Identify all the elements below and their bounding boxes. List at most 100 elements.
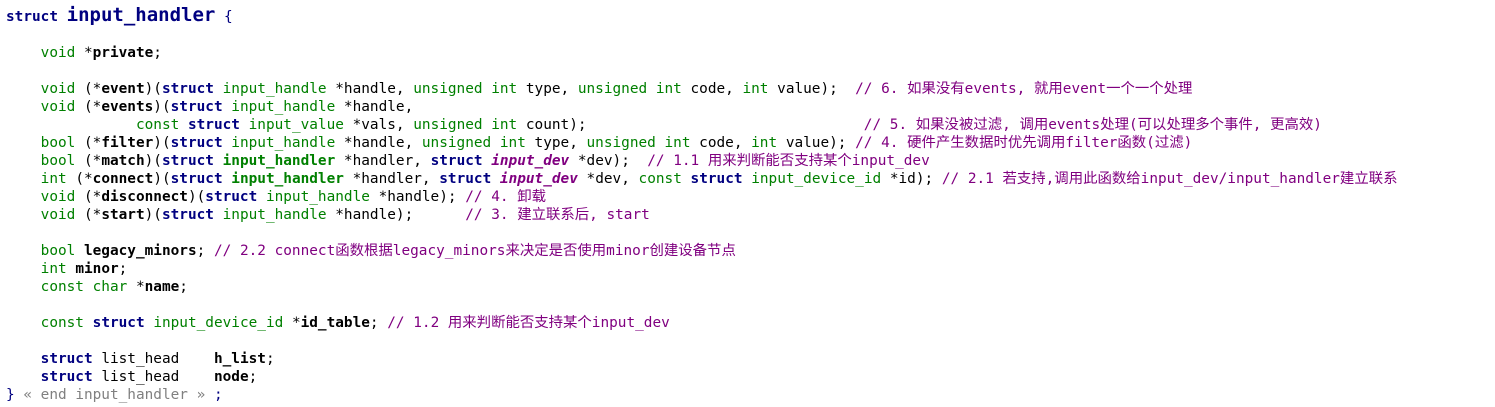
code-token: vals xyxy=(361,117,396,133)
code-keyword: struct xyxy=(161,153,214,169)
code-line[interactable]: struct list_head node; xyxy=(6,368,1398,386)
code-comment: // 1.1 用来判断能否支持某个input_dev xyxy=(647,153,930,169)
code-token: * xyxy=(283,315,301,331)
code-keyword: struct xyxy=(690,171,743,187)
code-token: handler xyxy=(361,171,422,187)
code-editor[interactable]: struct input_handler {​ void *private;​ … xyxy=(6,4,1398,404)
code-token: ; xyxy=(196,243,214,259)
code-line[interactable]: ​ xyxy=(6,62,1398,80)
code-comment: « end input_handler » xyxy=(14,387,214,403)
code-keyword: bool xyxy=(40,243,76,259)
code-line[interactable]: void (*event)(struct input_handle *handl… xyxy=(6,80,1398,98)
code-keyword: void xyxy=(40,99,76,115)
code-line[interactable]: void *private; xyxy=(6,44,1398,62)
code-keyword: struct xyxy=(92,315,145,331)
code-token: )( xyxy=(153,171,171,187)
code-member-name: disconnect xyxy=(101,189,188,205)
code-token: * xyxy=(335,99,353,115)
code-token: , xyxy=(569,135,587,151)
code-token: ; xyxy=(265,351,275,367)
code-line[interactable]: struct list_head h_list; xyxy=(6,350,1398,368)
code-line[interactable]: const char *name; xyxy=(6,278,1398,296)
code-token: type xyxy=(534,135,570,151)
code-token: ); xyxy=(915,171,942,187)
code-keyword: struct xyxy=(40,369,93,385)
code-brace: ; xyxy=(213,387,223,403)
code-line[interactable]: bool legacy_minors; // 2.2 connect函数根据le… xyxy=(6,242,1398,260)
code-line[interactable]: } « end input_handler » ; xyxy=(6,386,1398,404)
code-token: * xyxy=(326,81,344,97)
code-token: * xyxy=(577,171,596,187)
code-keyword: unsigned int xyxy=(577,81,682,97)
code-line[interactable]: ​ xyxy=(6,332,1398,350)
code-token: , xyxy=(560,81,578,97)
code-token: * xyxy=(335,153,353,169)
code-type-name: input_handler xyxy=(231,171,344,187)
code-member-name: match xyxy=(101,153,145,169)
code-token: (* xyxy=(75,81,102,97)
code-line[interactable]: ​ xyxy=(6,296,1398,314)
code-type-name: input_handle xyxy=(222,81,327,97)
code-type-name: input_handle xyxy=(231,135,336,151)
code-token: handle xyxy=(352,99,405,115)
code-line[interactable]: struct input_handler { xyxy=(6,4,1398,26)
code-line[interactable]: ​ xyxy=(6,224,1398,242)
code-line[interactable]: int minor; xyxy=(6,260,1398,278)
code-keyword: int xyxy=(742,81,769,97)
code-token: * xyxy=(369,189,388,205)
code-member-name: private xyxy=(92,45,154,61)
code-comment: // 4. 卸载 xyxy=(465,189,546,205)
code-member-name: start xyxy=(101,207,145,223)
code-comment: // 2.1 若支持,调用此函数给input_dev/input_handler… xyxy=(941,171,1398,187)
code-line[interactable]: bool (*match)(struct input_handler *hand… xyxy=(6,152,1398,170)
code-line[interactable]: int (*connect)(struct input_handler *han… xyxy=(6,170,1398,188)
code-token: ); xyxy=(395,207,466,223)
code-token: handle xyxy=(352,135,405,151)
code-line[interactable]: void (*events)(struct input_handle *hand… xyxy=(6,98,1398,116)
code-token: ); xyxy=(829,135,856,151)
code-type-name: input_handle xyxy=(222,207,327,223)
code-token: id xyxy=(898,171,916,187)
code-token: (* xyxy=(75,207,102,223)
code-member-name: node xyxy=(213,369,249,385)
code-keyword: struct xyxy=(161,207,214,223)
code-token: )( xyxy=(144,207,162,223)
code-token: * xyxy=(75,45,93,61)
code-token: handler xyxy=(352,153,414,169)
code-line[interactable]: const struct input_device_id *id_table; … xyxy=(6,314,1398,332)
code-line[interactable]: bool (*filter)(struct input_handle *hand… xyxy=(6,134,1398,152)
code-type-name: input_handler xyxy=(222,153,336,169)
code-keyword: void xyxy=(40,207,76,223)
code-token: dev xyxy=(595,171,622,187)
code-type-name: input_dev xyxy=(499,171,578,187)
code-line[interactable]: const struct input_value *vals, unsigned… xyxy=(6,116,1398,134)
code-line[interactable]: void (*start)(struct input_handle *handl… xyxy=(6,206,1398,224)
code-line[interactable]: ​ xyxy=(6,26,1398,44)
code-token: (* xyxy=(75,135,102,151)
code-keyword: const xyxy=(40,315,84,331)
code-token: , xyxy=(421,171,440,187)
code-member-name: event xyxy=(101,81,145,97)
code-line[interactable]: void (*disconnect)(struct input_handle *… xyxy=(6,188,1398,206)
code-keyword: bool xyxy=(40,153,76,169)
code-keyword: unsigned int xyxy=(413,81,518,97)
